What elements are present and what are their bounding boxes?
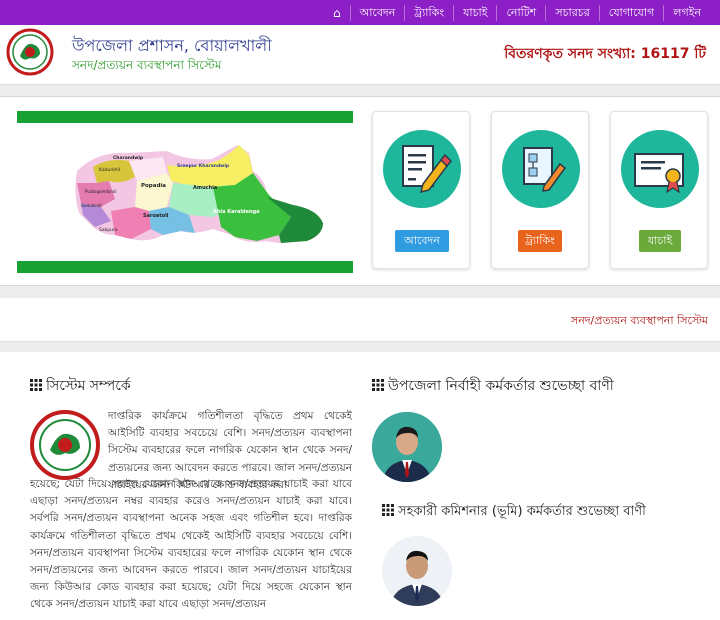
verify-card[interactable]: যাচাই (610, 111, 708, 269)
map-label-ahla-karaldenga: Ahla Karaldenga (213, 209, 260, 215)
apply-card[interactable]: আবেদন (372, 111, 470, 269)
nav-item-apply[interactable]: আবেদন (349, 4, 405, 21)
certificate-icon (621, 130, 699, 208)
map-label-sakpura: Sakpura (99, 227, 118, 233)
upazila-map: Charandwip Sreepur Kharandwip Kadurkhil … (17, 111, 353, 273)
map-label-purbogomdondi: Purbogomdondi (85, 189, 117, 194)
map-label-charandwip: Charandwip (113, 155, 144, 161)
issued-count: 16117 (640, 46, 690, 62)
about-section-title: সিস্টেম সম্পর্কে (30, 374, 131, 398)
map-label-saroatoli: Saroatoli (143, 213, 169, 219)
about-paragraph-part2: হয়েছে; যেটা দিয়ে সহজে যেকোন স্থান থেকে… (30, 478, 352, 611)
ac-land-message-title: সহকারী কমিশনার (ভূমি) কর্মকর্তার শুভেচ্ছ… (382, 502, 646, 523)
map-label-amuchia: Amuchia (193, 185, 217, 191)
home-icon[interactable]: ⌂ (324, 5, 350, 21)
marquee-text: সনদ/প্রত্যয়ন ব্যবস্থাপনা সিস্টেম (570, 314, 708, 327)
ac-land-avatar (382, 536, 452, 606)
uno-message-title: উপজেলা নির্বাহী কর্মকর্তার শুভেচ্ছা বাণী (372, 374, 614, 398)
tracking-icon (502, 130, 580, 208)
map-label-sreepur-kharandwip: Sreepur Kharandwip (177, 163, 230, 169)
nav-item-faq[interactable]: সচারচর (545, 4, 598, 21)
uno-avatar (372, 412, 442, 482)
tracking-card[interactable]: ট্র্যাকিং (491, 111, 589, 269)
nav-item-verify[interactable]: যাচাই (453, 4, 496, 21)
system-name: সনদ/প্রত্যয়ন ব্যবস্থাপনা সিস্টেম (72, 58, 222, 72)
govt-seal-logo (30, 410, 100, 480)
main-content: সিস্টেম সম্পর্কে দাপ্তরিক কার্যক্রমে গতি… (0, 352, 720, 620)
org-name: উপজেলা প্রশাসন, বোয়ালখালী (72, 36, 272, 55)
map-label-popadia: Popadia (141, 183, 166, 189)
govt-logo[interactable] (6, 28, 54, 76)
nav-item-contact[interactable]: যোগাযোগ (598, 4, 664, 21)
ac-land-title-text: সহকারী কমিশনার (ভূমি) কর্মকর্তার শুভেচ্ছ… (398, 504, 646, 519)
grid-icon (372, 379, 384, 391)
nav-item-tracking[interactable]: ট্র্যাকিং (404, 4, 453, 21)
tracking-button[interactable]: ট্র্যাকিং (518, 230, 562, 252)
site-header: উপজেলা প্রশাসন, বোয়ালখালী সনদ/প্রত্যয়ন… (0, 25, 720, 85)
top-nav: ⌂ আবেদন ট্র্যাকিং যাচাই নোটিশ সচারচর যোগ… (0, 0, 720, 25)
grid-icon (30, 379, 42, 391)
grid-icon (382, 504, 394, 516)
about-title-text: সিস্টেম সম্পর্কে (46, 378, 131, 394)
application-form-icon (383, 130, 461, 208)
issued-certificate-count: বিতরণকৃত সনদ সংখ্যা: 16117 টি (504, 42, 706, 66)
uno-title-text: উপজেলা নির্বাহী কর্মকর্তার শুভেচ্ছা বাণী (388, 378, 614, 394)
verify-button[interactable]: যাচাই (639, 230, 681, 252)
nav-item-notice[interactable]: নোটিশ (496, 4, 545, 21)
issued-label: বিতরণকৃত সনদ সংখ্যা: (504, 46, 636, 62)
map-label-kadurkhil: Kadurkhil (99, 167, 120, 173)
nav-item-login[interactable]: লগইন (663, 4, 710, 21)
issued-unit: টি (694, 46, 706, 62)
map-label-gomdondi: Gomdondi (81, 203, 102, 208)
notice-marquee: সনদ/প্রত্যয়ন ব্যবস্থাপনা সিস্টেম (0, 298, 720, 342)
hero-banner: Charandwip Sreepur Kharandwip Kadurkhil … (0, 96, 720, 286)
apply-button[interactable]: আবেদন (395, 230, 449, 252)
